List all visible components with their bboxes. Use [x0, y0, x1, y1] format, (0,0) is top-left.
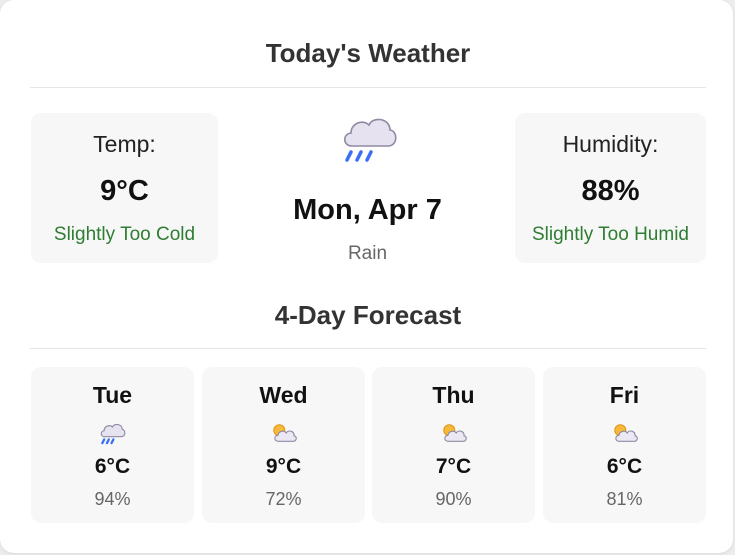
temp-value: 9°C [100, 175, 149, 207]
forecast-day-temp: 9°C [265, 455, 302, 478]
forecast-title: 4-Day Forecast [274, 300, 462, 330]
forecast-day-humidity: 90% [435, 489, 472, 509]
forecast-day-name: Wed [259, 382, 308, 408]
title-divider [30, 87, 706, 88]
weather-card: Today's Weather Temp: 9°C Slightly Too C… [0, 0, 733, 553]
humidity-status: Slightly Too Humid [531, 224, 689, 245]
forecast-day-card: Thu 7°C 90% [372, 367, 535, 523]
current-condition: Mon, Apr 7 Rain [240, 110, 495, 270]
page-title: Today's Weather [265, 38, 471, 68]
forecast-day-card: Tue 6°C 94% [31, 367, 194, 523]
humidity-value: 88% [581, 175, 640, 207]
forecast-divider [30, 348, 706, 349]
partly-cloudy-icon [443, 424, 467, 442]
forecast-day-name: Fri [609, 382, 640, 408]
rain-cloud-icon [343, 118, 397, 162]
temp-status: Slightly Too Cold [53, 224, 196, 245]
forecast-day-humidity: 94% [94, 489, 131, 509]
forecast-day-humidity: 81% [606, 489, 643, 509]
forecast-day-name: Tue [92, 382, 133, 408]
forecast-day-card: Wed 9°C 72% [202, 367, 365, 523]
current-date: Mon, Apr 7 [293, 194, 442, 226]
partly-cloudy-icon [273, 424, 297, 442]
temp-label: Temp: [93, 131, 156, 157]
rain-cloud-icon [100, 423, 126, 445]
forecast-day-temp: 6°C [606, 455, 643, 478]
humidity-panel: Humidity: 88% Slightly Too Humid [515, 113, 706, 263]
partly-cloudy-icon [614, 424, 638, 442]
forecast-day-temp: 7°C [435, 455, 472, 478]
forecast-day-temp: 6°C [94, 455, 131, 478]
forecast-day-card: Fri 6°C 81% [543, 367, 706, 523]
forecast-day-humidity: 72% [265, 489, 302, 509]
humidity-label: Humidity: [562, 131, 659, 157]
forecast-day-name: Thu [432, 382, 475, 408]
current-condition-text: Rain [347, 243, 388, 264]
temp-panel: Temp: 9°C Slightly Too Cold [31, 113, 218, 263]
